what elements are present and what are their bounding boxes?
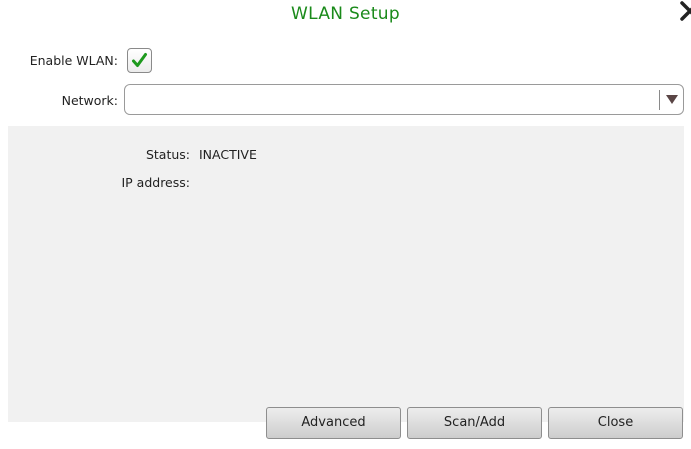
status-panel (8, 126, 684, 422)
close-icon[interactable] (679, 0, 691, 22)
wlan-setup-dialog: WLAN Setup Enable WLAN: Network: Status:… (0, 0, 691, 449)
status-label: Status: (145, 147, 190, 162)
enable-wlan-label: Enable WLAN: (29, 53, 118, 68)
dialog-title: WLAN Setup (291, 4, 400, 24)
network-dropdown[interactable] (124, 84, 684, 115)
enable-wlan-checkbox[interactable] (127, 48, 152, 73)
close-button[interactable]: Close (548, 407, 683, 439)
status-value: INACTIVE (199, 147, 257, 162)
dropdown-separator (659, 90, 660, 110)
network-label: Network: (61, 93, 118, 108)
checkmark-icon (132, 53, 147, 67)
scan-add-button[interactable]: Scan/Add (407, 407, 542, 439)
dropdown-arrow-icon[interactable] (666, 95, 678, 104)
advanced-button[interactable]: Advanced (266, 407, 401, 439)
ip-address-label: IP address: (121, 175, 190, 190)
